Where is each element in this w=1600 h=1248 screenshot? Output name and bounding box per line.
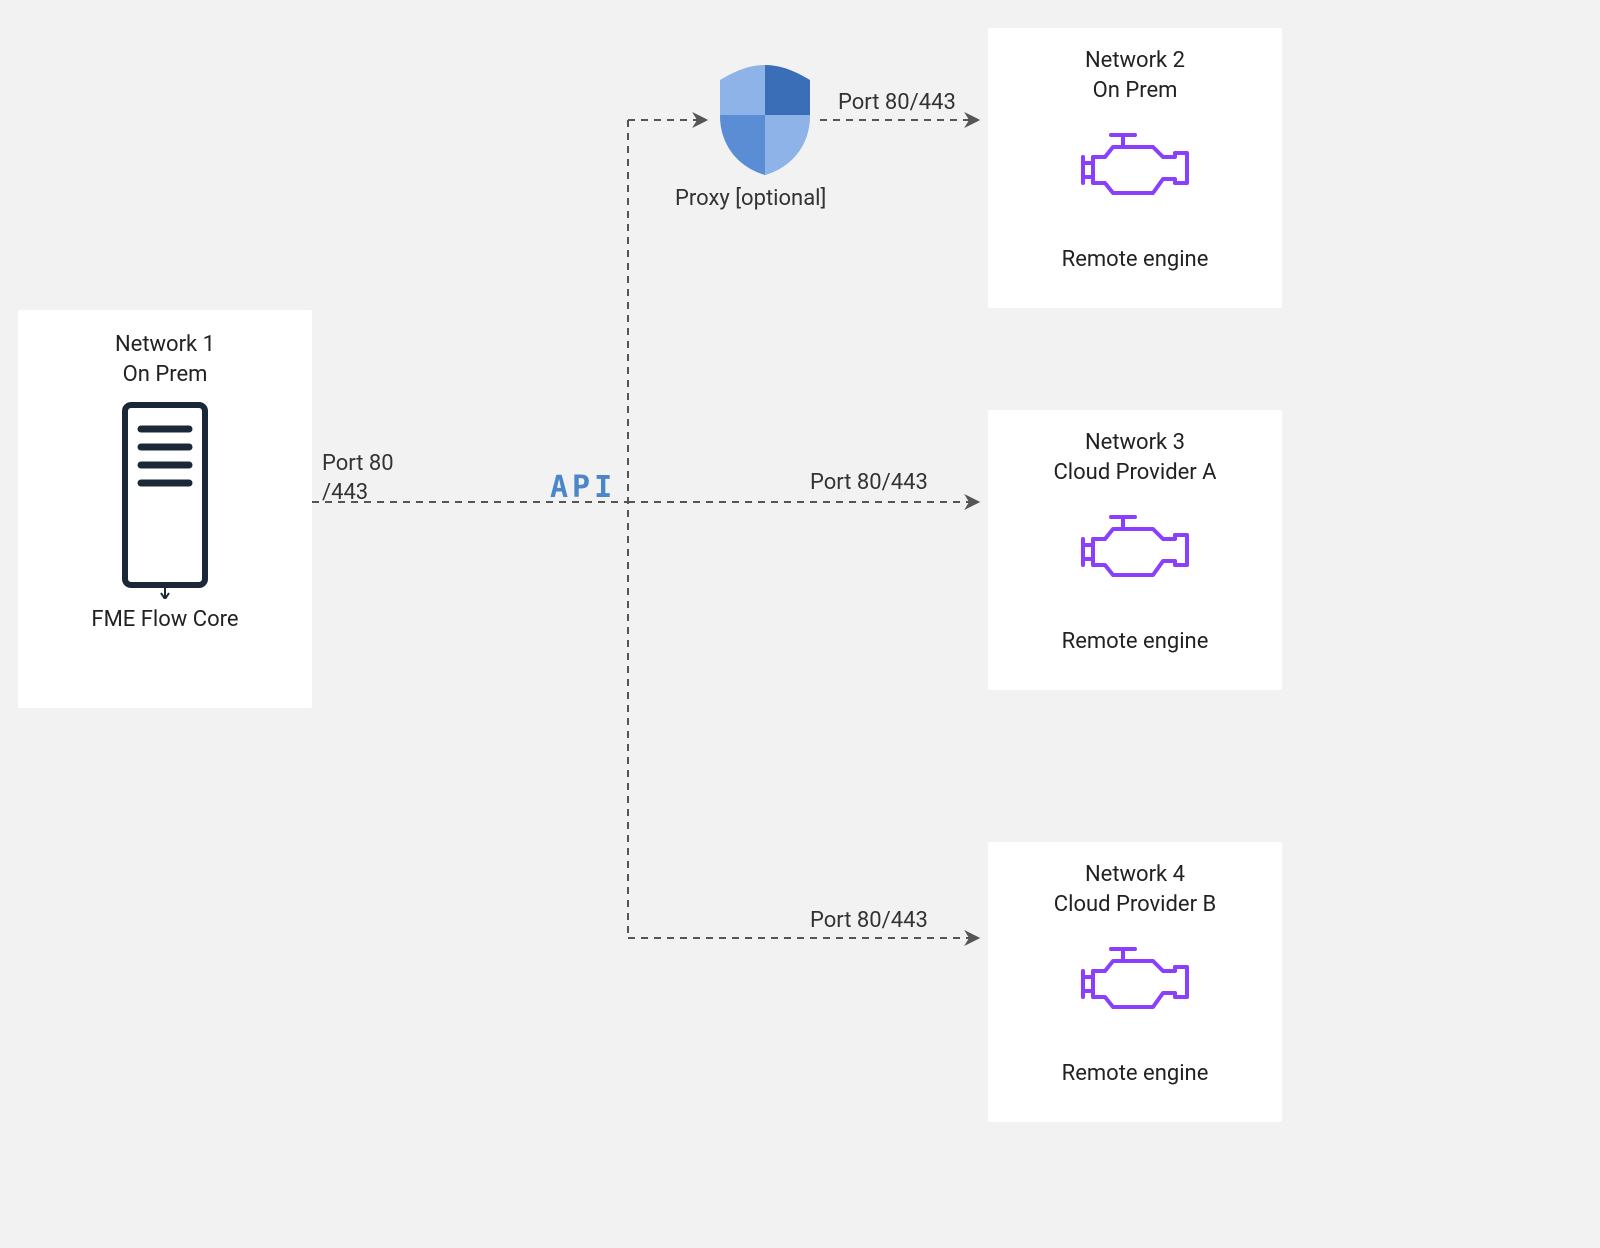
node-network-4-title: Network 4 Cloud Provider B xyxy=(998,860,1272,919)
text: Port 80/443 xyxy=(810,470,928,495)
engine-icon xyxy=(998,125,1272,215)
node-network-1-footer: FME Flow Core xyxy=(28,603,302,632)
text: Cloud Provider B xyxy=(1054,892,1216,917)
node-network-1: Network 1 On Prem FME Flow Core xyxy=(18,310,312,708)
text: Network 3 xyxy=(1085,430,1185,455)
proxy-node: Proxy [optional] xyxy=(705,60,825,211)
shield-icon xyxy=(705,60,825,180)
node-network-3: Network 3 Cloud Provider A Remote engine xyxy=(988,410,1282,690)
branch-1-port-label: Port 80/443 xyxy=(838,90,956,115)
node-network-3-title: Network 3 Cloud Provider A xyxy=(998,428,1272,487)
text: Cloud Provider A xyxy=(1053,460,1216,485)
text: Network 4 xyxy=(1085,862,1185,887)
node-network-2-footer: Remote engine xyxy=(998,243,1272,272)
node-network-3-footer: Remote engine xyxy=(998,625,1272,654)
text: FME Flow Core xyxy=(91,607,238,632)
node-network-4: Network 4 Cloud Provider B Remote engine xyxy=(988,842,1282,1122)
api-label: API xyxy=(550,470,616,505)
main-port-label: Port 80 /443 xyxy=(322,450,394,507)
node-network-2: Network 2 On Prem Remote engine xyxy=(988,28,1282,308)
engine-icon xyxy=(998,507,1272,597)
text: API xyxy=(550,470,616,505)
text: Remote engine xyxy=(1062,629,1209,654)
text: Port 80 xyxy=(322,451,394,476)
engine-icon xyxy=(998,939,1272,1029)
text: On Prem xyxy=(1093,78,1178,103)
text: Port 80/443 xyxy=(838,90,956,115)
proxy-label: Proxy [optional] xyxy=(675,186,825,211)
text: Port 80/443 xyxy=(810,908,928,933)
text: Remote engine xyxy=(1062,247,1209,272)
node-network-2-title: Network 2 On Prem xyxy=(998,46,1272,105)
text: Proxy [optional] xyxy=(675,186,826,211)
server-icon xyxy=(28,399,302,599)
text: /443 xyxy=(322,480,368,505)
branch-2-port-label: Port 80/443 xyxy=(810,470,928,495)
text: Network 1 xyxy=(115,332,215,357)
text: Network 2 xyxy=(1085,48,1185,73)
node-network-4-footer: Remote engine xyxy=(998,1057,1272,1086)
branch-3-port-label: Port 80/443 xyxy=(810,908,928,933)
text: On Prem xyxy=(123,362,208,387)
architecture-diagram: Network 1 On Prem FME Flow Core Port 80 … xyxy=(0,0,1600,1248)
text: Remote engine xyxy=(1062,1061,1209,1086)
node-network-1-title: Network 1 On Prem xyxy=(28,330,302,389)
